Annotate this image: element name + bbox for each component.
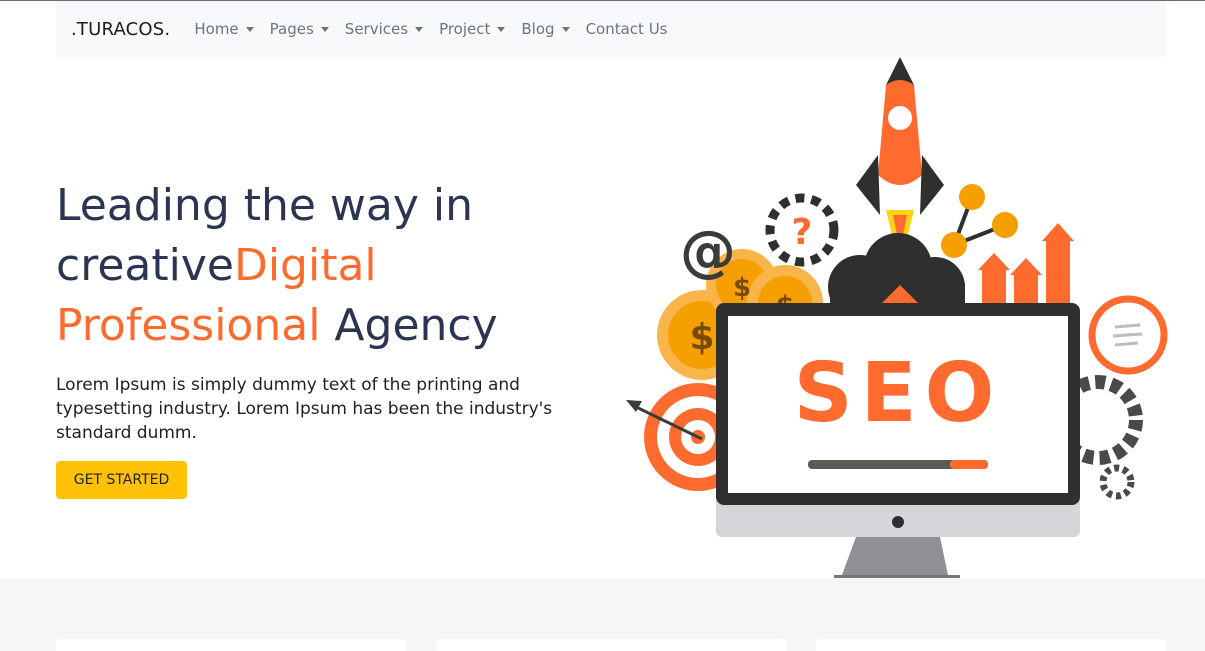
hero-description: Lorem Ipsum is simply dummy text of the … <box>56 375 553 443</box>
feature-card <box>816 639 1166 651</box>
chat-bubble-icon <box>1088 295 1168 375</box>
question-gear-icon: ? <box>765 193 839 267</box>
nav-services[interactable]: Services <box>344 20 424 38</box>
caret-down-icon <box>415 26 424 32</box>
navbar: .TURACOS. Home Pages Services Project Bl… <box>56 1 1166 57</box>
seo-illustration: $ $ $ @ ? <box>626 57 1168 579</box>
nav-contact[interactable]: Contact Us <box>586 20 668 38</box>
nav-pages-label: Pages <box>269 20 314 38</box>
monitor-icon: SEO <box>716 303 1080 579</box>
screen-seo-text: SEO <box>794 346 1003 441</box>
caret-down-icon <box>497 26 506 32</box>
brand-logo[interactable]: .TURACOS. <box>71 19 170 40</box>
caret-down-icon <box>245 26 254 32</box>
rocket-icon <box>856 57 944 243</box>
caret-down-icon <box>561 26 570 32</box>
nav-home[interactable]: Home <box>194 20 254 38</box>
caret-down-icon <box>320 26 329 32</box>
feature-card <box>436 639 786 651</box>
hero-title-line1: Leading the way in <box>56 180 474 231</box>
hero-title-accent2: Professional <box>56 300 321 351</box>
question-mark: ? <box>792 212 813 253</box>
feature-card <box>56 639 406 651</box>
nav-services-label: Services <box>344 20 409 38</box>
nav-home-label: Home <box>194 20 239 38</box>
hero-title: Leading the way in creativeDigital Profess… <box>56 176 616 356</box>
nav-pages[interactable]: Pages <box>270 20 329 38</box>
hero-title-part3: Agency <box>320 300 498 351</box>
nav-contact-label: Contact Us <box>585 20 668 38</box>
hero-title-part2: creative <box>56 240 234 291</box>
nav-blog[interactable]: Blog <box>521 20 570 38</box>
hero-title-accent1: Digital <box>233 240 377 291</box>
network-icon <box>941 184 1018 258</box>
growth-bars-icon <box>978 223 1074 315</box>
nav-project[interactable]: Project <box>439 20 506 38</box>
dollar-symbol: $ <box>689 317 714 358</box>
get-started-button[interactable]: GET STARTED <box>56 461 187 499</box>
at-symbol-icon: @ <box>680 219 736 284</box>
nav-project-label: Project <box>439 20 491 38</box>
nav-blog-label: Blog <box>521 20 555 38</box>
